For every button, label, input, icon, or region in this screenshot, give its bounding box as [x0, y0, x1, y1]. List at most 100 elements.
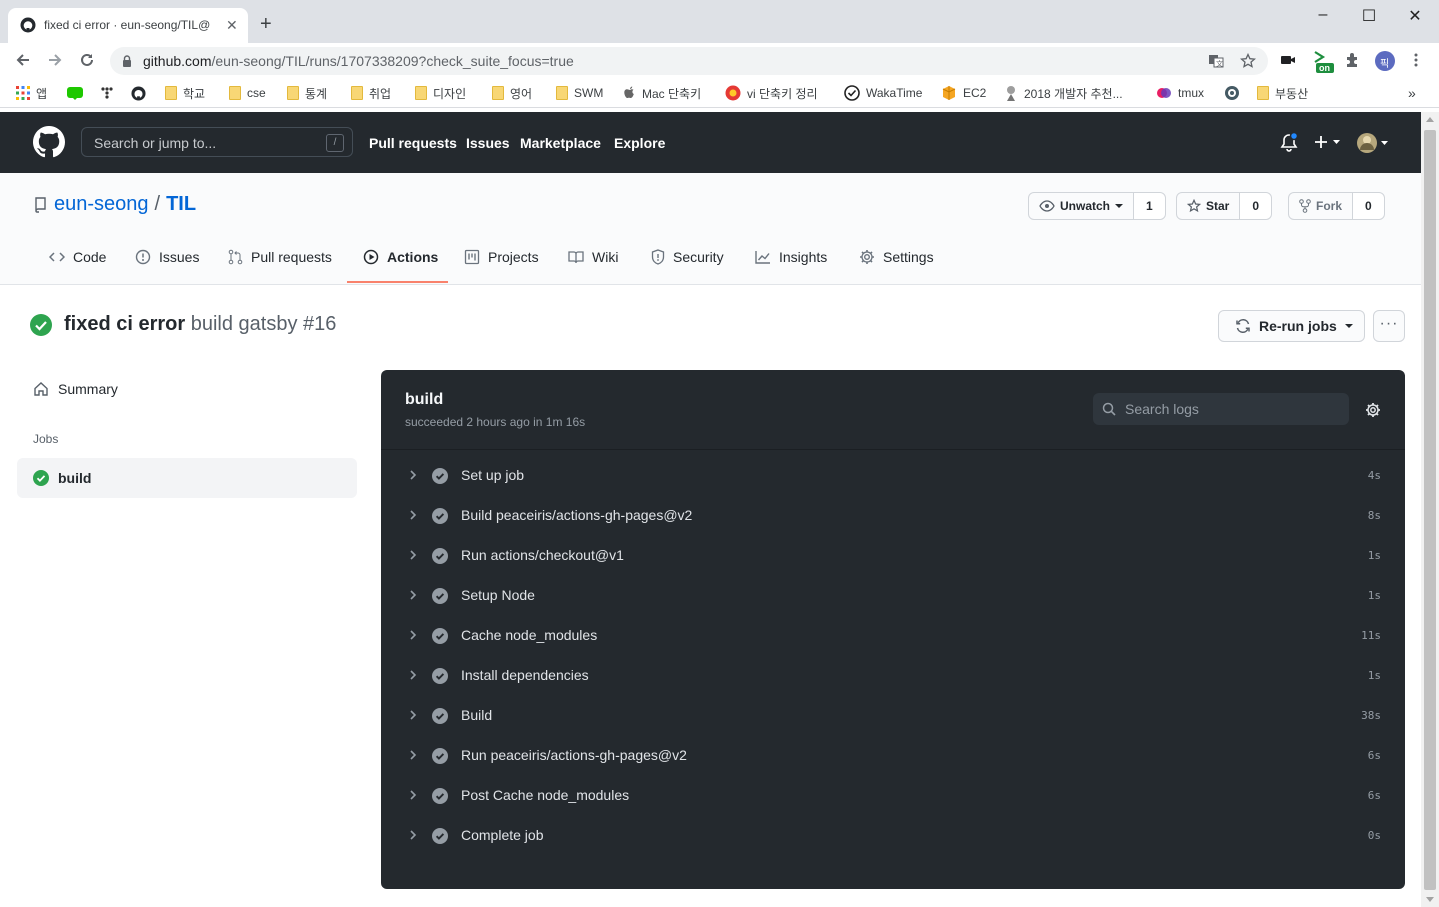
chevron-right-icon[interactable]: [408, 508, 418, 522]
bookmark-folder-design[interactable]: 디자인: [415, 84, 466, 102]
new-tab-icon[interactable]: +: [260, 14, 272, 34]
chevron-right-icon[interactable]: [408, 668, 418, 682]
search-icon: [1102, 402, 1116, 416]
page-scrollbar[interactable]: [1421, 112, 1439, 907]
tab-actions[interactable]: Actions: [363, 249, 438, 265]
watch-count[interactable]: 1: [1134, 193, 1165, 219]
chevron-right-icon[interactable]: [408, 628, 418, 642]
search-placeholder: Search or jump to...: [94, 135, 217, 151]
step-name: Run peaceiris/actions-gh-pages@v2: [461, 747, 687, 763]
scroll-up-icon[interactable]: [1426, 117, 1434, 122]
scrollbar-thumb[interactable]: [1424, 130, 1436, 890]
bookmarks-overflow-icon[interactable]: »: [1408, 84, 1416, 102]
log-step[interactable]: Setup Node 1s: [381, 576, 1405, 616]
bookmark-folder-stats[interactable]: 통계: [287, 84, 327, 102]
address-bar[interactable]: github.com/eun-seong/TIL/runs/1707338209…: [110, 47, 1268, 75]
extensions-puzzle-icon[interactable]: [1344, 52, 1360, 68]
job-list-item-build[interactable]: build: [17, 458, 357, 498]
dots-bookmark-icon[interactable]: [100, 84, 114, 102]
notifications-bell-icon[interactable]: [1280, 133, 1298, 153]
bookmark-folder-jobs[interactable]: 취업: [351, 84, 391, 102]
fork-count[interactable]: 0: [1353, 193, 1384, 219]
tab-security[interactable]: Security: [651, 249, 724, 265]
bookmark-apps[interactable]: 앱: [16, 84, 47, 102]
log-step[interactable]: Build peaceiris/actions-gh-pages@v2 8s: [381, 496, 1405, 536]
tab-wiki[interactable]: Wiki: [568, 249, 618, 265]
log-step[interactable]: Set up job 4s: [381, 456, 1405, 496]
nav-issues[interactable]: Issues: [466, 135, 510, 151]
log-step[interactable]: Build 38s: [381, 696, 1405, 736]
lock-icon[interactable]: [122, 55, 132, 67]
log-settings-gear-icon[interactable]: [1365, 402, 1381, 418]
bookmark-folder-school[interactable]: 학교: [165, 84, 205, 102]
tab-pull-requests[interactable]: Pull requests: [228, 249, 332, 265]
chevron-right-icon[interactable]: [408, 708, 418, 722]
chevron-right-icon[interactable]: [408, 548, 418, 562]
profile-initial: 픽: [1380, 59, 1390, 70]
log-step[interactable]: Install dependencies 1s: [381, 656, 1405, 696]
bookmark-folder-realestate[interactable]: 부동산: [1257, 84, 1308, 102]
circle-bookmark-icon[interactable]: [1224, 84, 1240, 102]
bookmark-wakatime[interactable]: WakaTime: [844, 84, 922, 102]
minimize-icon[interactable]: –: [1308, 6, 1338, 26]
bookmark-folder-cse[interactable]: cse: [229, 84, 266, 102]
scroll-down-icon[interactable]: [1426, 897, 1434, 902]
repo-name-link[interactable]: TIL: [166, 193, 196, 216]
bookmark-folder-english[interactable]: 영어: [492, 84, 532, 102]
shield-icon: [651, 249, 665, 265]
bookmark-mac-shortcuts[interactable]: Mac 단축키: [624, 84, 701, 102]
chevron-right-icon[interactable]: [408, 588, 418, 602]
tab-projects[interactable]: Projects: [464, 249, 539, 265]
log-step[interactable]: Post Cache node_modules 6s: [381, 776, 1405, 816]
bookmark-tmux[interactable]: tmux: [1156, 84, 1204, 102]
bookmark-folder-swm[interactable]: SWM: [556, 84, 603, 102]
blog-bookmark-icon[interactable]: [67, 84, 83, 102]
bookmark-dev-recommend[interactable]: 2018 개발자 추천...: [1004, 84, 1123, 102]
log-step[interactable]: Run actions/checkout@v1 1s: [381, 536, 1405, 576]
browser-tab-title: fixed ci error · eun-seong/TIL@: [44, 18, 211, 32]
user-avatar[interactable]: [1357, 132, 1395, 154]
unwatch-button[interactable]: Unwatch: [1029, 193, 1135, 219]
tab-issues[interactable]: Issues: [135, 249, 199, 265]
search-logs-input[interactable]: Search logs: [1093, 393, 1349, 425]
bookmark-star-icon[interactable]: [1240, 53, 1256, 69]
log-step[interactable]: Complete job 0s: [381, 816, 1405, 856]
create-new-plus-icon[interactable]: [1313, 134, 1343, 150]
github-bookmark-icon[interactable]: [131, 84, 146, 102]
star-button-group: Star 0: [1176, 192, 1273, 220]
tab-code[interactable]: Code: [49, 249, 106, 265]
back-icon[interactable]: [14, 51, 32, 69]
chevron-right-icon[interactable]: [408, 748, 418, 762]
nav-pull-requests[interactable]: Pull requests: [369, 135, 457, 151]
translate-icon[interactable]: 文: [1208, 53, 1224, 69]
nav-marketplace[interactable]: Marketplace: [520, 135, 601, 151]
log-step[interactable]: Cache node_modules 11s: [381, 616, 1405, 656]
more-options-button[interactable]: ···: [1373, 310, 1405, 342]
browser-menu-icon[interactable]: [1410, 52, 1422, 68]
tab-insights[interactable]: Insights: [755, 249, 827, 265]
bookmark-ec2[interactable]: EC2: [941, 84, 986, 102]
log-step[interactable]: Run peaceiris/actions-gh-pages@v2 6s: [381, 736, 1405, 776]
fork-button[interactable]: Fork: [1289, 193, 1354, 219]
reload-icon[interactable]: [78, 51, 96, 69]
chevron-right-icon[interactable]: [408, 468, 418, 482]
summary-link[interactable]: Summary: [33, 381, 118, 397]
browser-tab[interactable]: fixed ci error · eun-seong/TIL@ ✕: [8, 8, 248, 43]
github-search-input[interactable]: Search or jump to... /: [81, 127, 353, 157]
repo-owner-link[interactable]: eun-seong: [54, 193, 149, 216]
window-close-icon[interactable]: ✕: [1400, 6, 1430, 26]
chevron-right-icon[interactable]: [408, 828, 418, 842]
maximize-icon[interactable]: ☐: [1354, 6, 1384, 26]
forward-icon[interactable]: [46, 51, 64, 69]
bookmark-vi-shortcuts[interactable]: vi 단축키 정리: [725, 84, 818, 102]
tab-close-icon[interactable]: ✕: [226, 17, 238, 34]
github-logo-icon[interactable]: [33, 126, 65, 158]
star-button[interactable]: Star: [1177, 193, 1241, 219]
video-extension-icon[interactable]: [1280, 52, 1296, 68]
star-count[interactable]: 0: [1240, 193, 1272, 219]
graph-icon: [755, 251, 770, 264]
chevron-right-icon[interactable]: [408, 788, 418, 802]
rerun-jobs-button[interactable]: Re-run jobs: [1218, 310, 1365, 342]
tab-settings[interactable]: Settings: [859, 249, 934, 265]
nav-explore[interactable]: Explore: [614, 135, 665, 151]
